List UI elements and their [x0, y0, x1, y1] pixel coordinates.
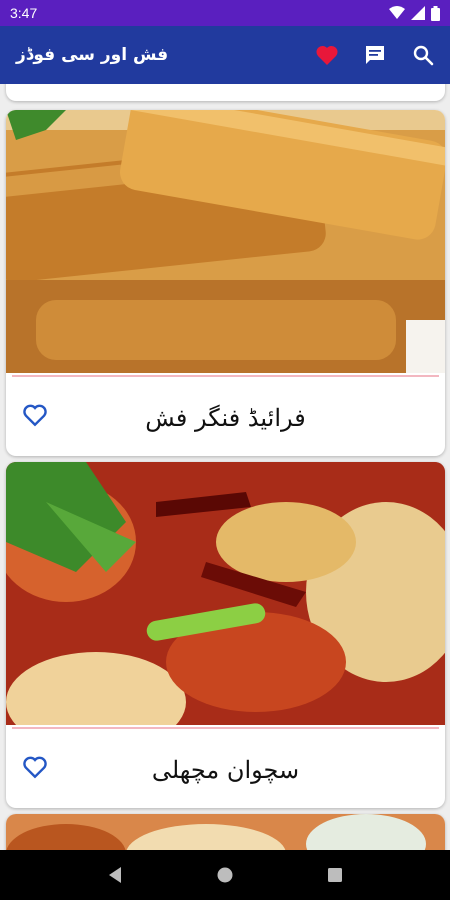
- fried-fish-fingers-image: [6, 110, 445, 373]
- search-button[interactable]: [410, 42, 436, 68]
- heart-outline-icon: [23, 404, 47, 427]
- app-title: فش اور سی فوڈز: [16, 45, 169, 65]
- chat-button[interactable]: [362, 42, 388, 68]
- back-button[interactable]: [107, 866, 123, 884]
- card-footer: فرائیڈ فنگر فش: [6, 378, 445, 456]
- heart-outline-icon: [23, 756, 47, 779]
- recipe-card[interactable]: سچوان مچھلی: [6, 462, 445, 808]
- recents-button[interactable]: [327, 867, 343, 883]
- home-button[interactable]: [216, 866, 234, 884]
- recents-icon: [328, 868, 343, 882]
- recipe-card[interactable]: فرائیڈ فنگر فش: [6, 110, 445, 456]
- search-icon: [413, 45, 434, 66]
- battery-icon: [431, 5, 440, 21]
- chat-icon: [366, 46, 384, 64]
- favorite-toggle-button[interactable]: [22, 754, 48, 780]
- recipe-list[interactable]: فرائیڈ فنگر فش سچوان مچھلی: [0, 84, 450, 850]
- home-icon: [217, 867, 233, 883]
- recipe-image-partial: [6, 814, 445, 850]
- szechuan-fish-image: [6, 462, 445, 725]
- card-divider: [12, 375, 439, 377]
- recipe-card-partial[interactable]: [6, 84, 445, 101]
- status-time: 3:47: [10, 5, 38, 21]
- recipe-title: سچوان مچھلی: [151, 756, 300, 784]
- favorites-button[interactable]: [314, 42, 340, 68]
- back-icon: [108, 867, 121, 883]
- app-actions: [314, 42, 436, 68]
- recipe-card-partial[interactable]: [6, 814, 445, 850]
- card-divider: [12, 727, 439, 729]
- status-icons: [389, 5, 440, 21]
- recipe-title: فرائیڈ فنگر فش: [145, 404, 306, 432]
- status-bar: 3:47: [0, 0, 450, 26]
- app-bar: فش اور سی فوڈز: [0, 26, 450, 84]
- wifi-icon: [389, 6, 405, 19]
- heart-icon: [316, 45, 338, 65]
- favorite-toggle-button[interactable]: [22, 402, 48, 428]
- card-footer: سچوان مچھلی: [6, 730, 445, 808]
- system-nav-bar: [0, 850, 450, 900]
- signal-icon: [411, 6, 425, 20]
